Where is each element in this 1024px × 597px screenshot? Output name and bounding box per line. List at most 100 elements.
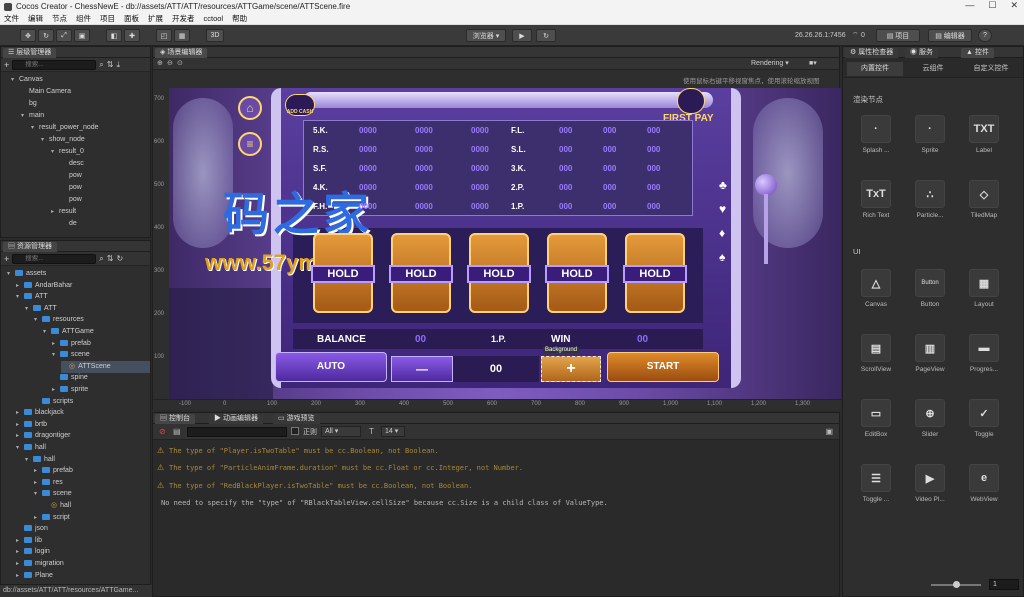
expand-arrow-icon[interactable]: ▸ — [16, 546, 24, 558]
component-label[interactable]: TXT Label — [961, 115, 1007, 154]
custom-controls-tab[interactable]: 自定义控件 — [963, 62, 1019, 76]
component-video-pl[interactable]: ▶ Video Pl... — [907, 464, 953, 503]
hierarchy-node[interactable]: ▾ result_0 — [51, 146, 84, 158]
close-button[interactable]: ✕ — [1010, 0, 1018, 11]
minus-button[interactable]: — — [391, 356, 453, 382]
component-toggle[interactable]: ✓ Toggle — [961, 399, 1007, 438]
component-scrollview[interactable]: ▤ ScrollView — [853, 334, 899, 373]
expand-arrow-icon[interactable]: ▾ — [16, 442, 24, 454]
menu-component[interactable]: 组件 — [76, 13, 91, 24]
console-menu-icon[interactable]: ▣ — [825, 427, 833, 436]
add-asset-icon[interactable]: + — [4, 254, 9, 264]
expand-arrow-icon[interactable]: ▸ — [16, 570, 24, 582]
component-button[interactable]: Button Button — [907, 269, 953, 308]
assets-search-input[interactable]: 搜索... — [12, 253, 97, 264]
services-tab[interactable]: ◉ 服务 — [905, 48, 938, 58]
hierarchy-node[interactable]: pow — [61, 194, 82, 206]
zoom-value-input[interactable]: 1 — [989, 579, 1019, 590]
collapse-icon[interactable]: ⤓ — [116, 60, 120, 70]
sort-icon[interactable]: ⇅ — [107, 254, 114, 263]
hold-button[interactable]: HOLD — [389, 265, 453, 283]
hierarchy-node[interactable]: Main Camera — [21, 86, 71, 98]
menu-extension[interactable]: 扩展 — [148, 13, 163, 24]
hierarchy-tab[interactable]: ☰ 层级管理器 — [3, 48, 57, 58]
asset-item[interactable]: ▸ lib — [16, 535, 42, 547]
asset-item[interactable]: ▸ prefab — [34, 465, 73, 477]
menu-panel[interactable]: 面板 — [124, 13, 139, 24]
open-editor-button[interactable]: ▤ 编辑器 — [928, 29, 972, 42]
add-node-icon[interactable]: + — [4, 60, 9, 70]
hierarchy-node[interactable]: ▾ main — [21, 110, 44, 122]
rendering-select[interactable]: Rendering ▾ — [751, 59, 789, 67]
asset-item[interactable]: ▾ ATT — [25, 303, 57, 315]
asset-item[interactable]: ▸ Plane — [16, 570, 53, 582]
component-webview[interactable]: e WebView — [961, 464, 1007, 503]
animation-tab[interactable]: ▶ 动画编辑器 — [209, 414, 263, 424]
expand-arrow-icon[interactable]: ▾ — [51, 146, 59, 158]
hierarchy-node[interactable]: bg — [21, 98, 37, 110]
asset-item[interactable]: json — [16, 523, 48, 535]
snap-icon[interactable]: ◰ — [156, 29, 172, 42]
expand-arrow-icon[interactable]: ▸ — [16, 535, 24, 547]
hierarchy-node[interactable]: de — [61, 218, 77, 230]
menu-help[interactable]: 帮助 — [232, 13, 247, 24]
asset-item[interactable]: ▾ resources — [34, 314, 84, 326]
search-icon[interactable]: ⌕ — [99, 254, 103, 264]
asset-item[interactable]: ▾ ATTGame — [43, 326, 94, 338]
regex-checkbox[interactable] — [291, 427, 299, 435]
open-project-button[interactable]: ▤ 项目 — [876, 29, 920, 42]
open-log-icon[interactable]: ▤ — [173, 427, 181, 436]
asset-item[interactable]: ▸ prefab — [52, 338, 91, 350]
hierarchy-node[interactable]: pow — [61, 170, 82, 182]
hold-button[interactable]: HOLD — [545, 265, 609, 283]
zoom-slider-handle[interactable] — [953, 581, 960, 588]
component-toggle[interactable]: ☰ Toggle ... — [853, 464, 899, 503]
cloud-components-tab[interactable]: 云组件 — [905, 62, 961, 76]
zoom-out-icon[interactable]: ⊖ — [167, 59, 173, 67]
scale-tool-icon[interactable]: ⤢ — [56, 29, 72, 42]
zoom-fit-icon[interactable]: ⊙ — [177, 59, 183, 67]
camera-icon[interactable]: ■▾ — [809, 59, 817, 67]
clear-icon[interactable]: ⊘ — [159, 427, 166, 436]
lever-knob[interactable] — [755, 174, 777, 196]
menu-developer[interactable]: 开发者 — [172, 13, 195, 24]
asset-item[interactable]: ▾ scene — [34, 488, 72, 500]
expand-arrow-icon[interactable]: ▾ — [43, 326, 51, 338]
toggle-3d-button[interactable]: 3D — [206, 29, 224, 42]
hierarchy-node[interactable]: ▸ result — [51, 206, 76, 218]
asset-item[interactable]: ▾ scene — [52, 349, 90, 361]
expand-arrow-icon[interactable]: ▸ — [34, 477, 42, 489]
hierarchy-node[interactable]: ▾ show_node — [41, 134, 85, 146]
sort-icon[interactable]: ⇅ — [107, 60, 114, 69]
component-sprite[interactable]: · Sprite — [907, 115, 953, 154]
component-particle[interactable]: ∴ Particle... — [907, 180, 953, 219]
console-tab[interactable]: ▤ 控制台 — [155, 414, 195, 424]
hierarchy-node[interactable]: pow — [61, 182, 82, 194]
expand-arrow-icon[interactable]: ▸ — [16, 280, 24, 292]
asset-item[interactable]: ◎ hall — [43, 500, 71, 512]
asset-item[interactable]: ◎ ATTScene — [61, 360, 150, 373]
asset-item[interactable]: ▾ assets — [7, 268, 46, 280]
auto-button[interactable]: AUTO — [275, 352, 387, 382]
asset-item[interactable]: ▸ script — [34, 512, 70, 524]
menu-file[interactable]: 文件 — [4, 13, 19, 24]
font-size-select[interactable]: 14 ▾ — [381, 426, 405, 437]
asset-item[interactable]: spine — [52, 372, 88, 384]
console-filter-input[interactable] — [187, 427, 287, 437]
asset-item[interactable]: ▾ hall — [25, 454, 55, 466]
card-back[interactable]: HOLD — [311, 233, 375, 313]
component-canvas[interactable]: △ Canvas — [853, 269, 899, 308]
rotate-tool-icon[interactable]: ↻ — [38, 29, 54, 42]
expand-arrow-icon[interactable]: ▾ — [11, 74, 19, 86]
hierarchy-search-input[interactable]: 搜索... — [12, 59, 97, 70]
card-back[interactable]: HOLD — [389, 233, 453, 313]
card-back[interactable]: HOLD — [623, 233, 687, 313]
asset-item[interactable]: ▸ brtb — [16, 419, 47, 431]
component-pageview[interactable]: ▥ PageView — [907, 334, 953, 373]
scene-editor-tab[interactable]: ◈ 场景编辑器 — [155, 48, 208, 58]
game-canvas[interactable]: ⌂ ≡ ADD CASH FIRST PAY ♣ ♥ ♦ ♠ BALANCE 0… — [153, 88, 841, 399]
expand-arrow-icon[interactable]: ▾ — [52, 349, 60, 361]
asset-item[interactable]: scripts — [34, 396, 73, 408]
inspector-tab[interactable]: ⚙ 属性检查器 — [845, 48, 899, 58]
asset-item[interactable]: ▸ migration — [16, 558, 64, 570]
